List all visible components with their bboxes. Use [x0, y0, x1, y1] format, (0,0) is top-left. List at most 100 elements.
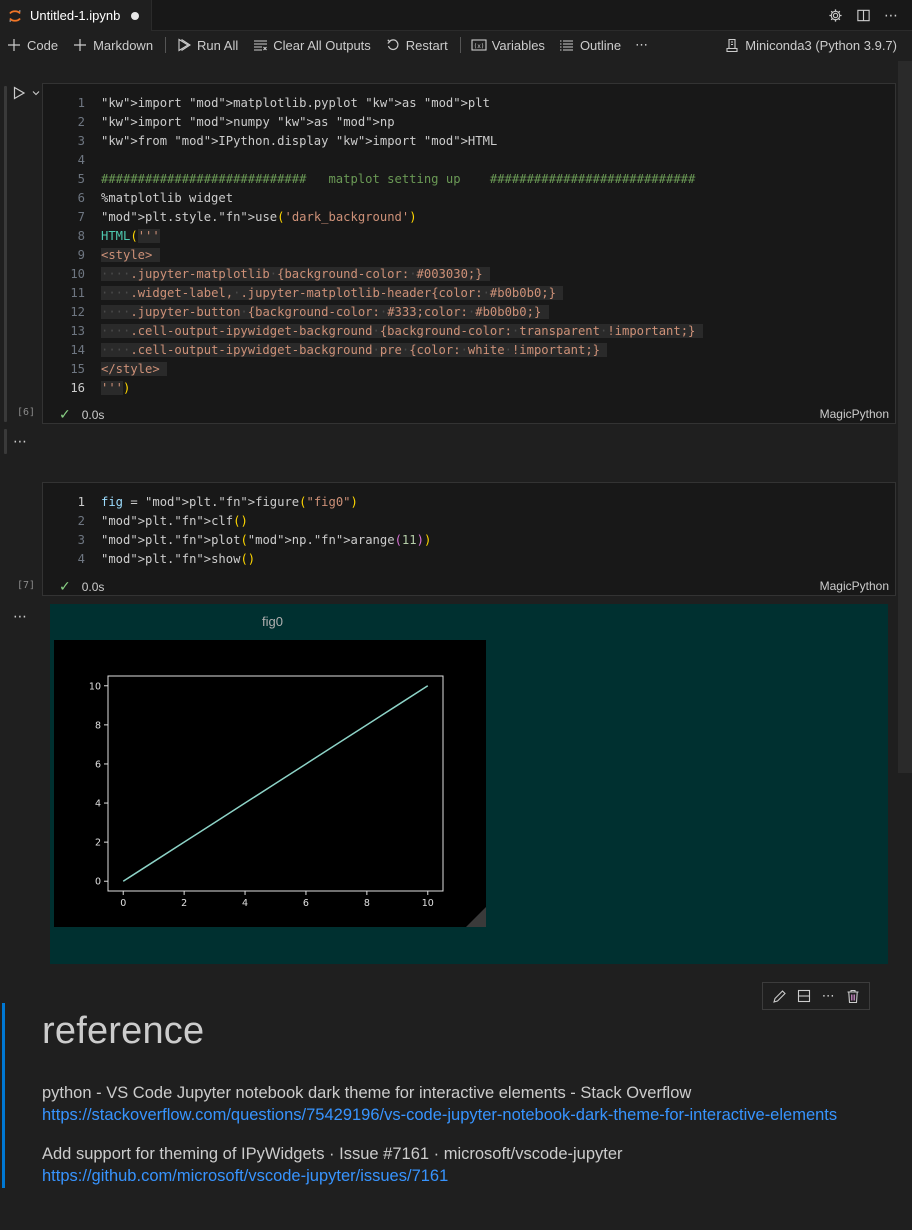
- code-text: "kw">from "mod">IPython.display "kw">imp…: [101, 134, 498, 148]
- code-text: "mod">plt."fn">show(): [101, 552, 256, 566]
- code-cell-2[interactable]: 1 fig = "mod">plt."fn">figure("fig0") 2 "mo…: [42, 482, 896, 596]
- check-icon: ✓: [59, 578, 71, 594]
- delete-icon[interactable]: [844, 987, 862, 1005]
- code-text: </style>: [101, 360, 168, 379]
- line-number: 1: [77, 495, 85, 509]
- tab-label: Untitled-1.ipynb: [30, 8, 121, 23]
- restart-button[interactable]: Restart: [385, 37, 448, 53]
- markdown-cell-focus-indicator: [2, 1003, 5, 1188]
- code-text: ····.widget-label,·.jupyter-matplotlib-h…: [101, 284, 564, 303]
- variables-label: Variables: [491, 37, 545, 53]
- restart-icon: [385, 37, 401, 53]
- line-number: 1: [77, 96, 85, 110]
- y-tick-label: 2: [95, 838, 101, 849]
- plus-icon: [72, 37, 88, 53]
- jupyter-icon: [9, 9, 21, 22]
- cell-language-label[interactable]: MagicPython: [820, 407, 889, 421]
- restart-label: Restart: [405, 37, 448, 53]
- variables-icon: (x): [471, 37, 487, 53]
- tab-untitled-1[interactable]: Untitled-1.ipynb: [0, 0, 152, 31]
- notebook-scrollbar[interactable]: [898, 59, 912, 1230]
- series-line: [122, 685, 429, 882]
- x-tick-label: 4: [242, 898, 248, 909]
- run-all-icon: [176, 37, 192, 53]
- outline-button[interactable]: Outline: [559, 37, 621, 53]
- x-tick-label: 10: [422, 898, 434, 909]
- x-tick-label: 0: [120, 898, 126, 909]
- line-number: 3: [77, 533, 85, 547]
- y-tick-label: 10: [89, 681, 101, 692]
- variables-button[interactable]: (x) Variables: [471, 37, 545, 53]
- code-text: %matplotlib widget: [101, 191, 234, 205]
- x-tick-label: 2: [181, 898, 187, 909]
- code-label: Code: [27, 37, 59, 53]
- line-number: 5: [77, 172, 85, 186]
- code-text: "kw">import "mod">numpy "kw">as "mod">np: [101, 115, 395, 129]
- cell-status: ✓ 0.0s: [59, 406, 104, 423]
- code-text: "kw">import "mod">matplotlib.pyplot "kw"…: [101, 96, 490, 110]
- code-text: ############################ matplot set…: [101, 172, 696, 186]
- x-tick-label: 8: [364, 898, 370, 909]
- split-cell-icon[interactable]: [795, 987, 813, 1005]
- code-text: '''): [101, 381, 131, 395]
- reference-title: python - VS Code Jupyter notebook dark t…: [42, 1084, 692, 1102]
- run-cell-button[interactable]: [12, 86, 41, 100]
- line-number: 16: [70, 381, 85, 395]
- play-icon: [13, 86, 26, 100]
- outline-label: Outline: [579, 37, 622, 53]
- output-more-icon[interactable]: ⋯: [13, 609, 28, 623]
- figure-title: fig0: [262, 614, 283, 629]
- check-icon: ✓: [59, 406, 71, 422]
- chevron-down-icon[interactable]: [31, 88, 41, 98]
- gear-icon[interactable]: [826, 6, 844, 24]
- output-focus-indicator: [4, 429, 7, 454]
- execution-count: [6]: [17, 407, 36, 418]
- matplotlib-widget: fig0 0 2 4 6 8 10 0 2 4 6 8 10: [50, 604, 888, 964]
- kernel-label: Miniconda3 (Python 3.9.7): [745, 37, 897, 53]
- line-number: 10: [70, 267, 85, 281]
- markdown-cell-toolbar: ⋯: [762, 982, 870, 1010]
- plus-icon: [6, 37, 22, 53]
- toolbar-divider: [459, 37, 461, 53]
- y-tick-label: 6: [95, 759, 101, 770]
- figure-canvas[interactable]: 0 2 4 6 8 10 0 2 4 6 8 10: [54, 640, 486, 927]
- line-number: 4: [77, 153, 85, 167]
- ellipsis-icon[interactable]: ⋯: [882, 6, 900, 24]
- split-editor-icon[interactable]: [854, 6, 872, 24]
- line-number: 11: [70, 286, 85, 300]
- output-more-icon[interactable]: ⋯: [13, 434, 28, 448]
- line-chart: 0 2 4 6 8 10 0 2 4 6 8 10: [89, 675, 444, 909]
- clear-all-outputs-label: Clear All Outputs: [273, 37, 371, 53]
- cell-status: ✓ 0.0s: [59, 578, 104, 595]
- edit-icon[interactable]: [770, 987, 788, 1005]
- execution-count: [7]: [17, 580, 36, 591]
- line-number: 14: [70, 343, 85, 357]
- code-text: HTML(''': [101, 229, 160, 243]
- cell-focus-indicator: [4, 86, 7, 422]
- reference-title: Add support for theming of IPyWidgets · …: [42, 1145, 623, 1163]
- code-text: ····.cell-output-ipywidget-background·pr…: [101, 341, 608, 360]
- notebook-toolbar: Code Markdown Run All Clear All Outputs …: [0, 31, 912, 59]
- unsaved-dot-icon[interactable]: [131, 11, 140, 20]
- line-number: 2: [77, 514, 85, 528]
- reference-link[interactable]: https://github.com/microsoft/vscode-jupy…: [42, 1167, 448, 1186]
- ellipsis-icon[interactable]: ⋯: [819, 987, 837, 1005]
- markdown-heading: reference: [42, 1010, 205, 1052]
- kernel-picker[interactable]: Miniconda3 (Python 3.9.7): [724, 37, 897, 53]
- code-cell-1[interactable]: 1 "kw">import "mod">matplotlib.pyplot "kw…: [42, 83, 896, 424]
- cell-language-label[interactable]: MagicPython: [820, 579, 889, 593]
- execution-time: 0.0s: [81, 407, 105, 422]
- clear-all-outputs-button[interactable]: Clear All Outputs: [252, 37, 371, 53]
- scrollbar-thumb[interactable]: [898, 61, 912, 773]
- code-text: "mod">plt.style."fn">use('dark_backgroun…: [101, 210, 417, 224]
- svg-text:(x): (x): [473, 43, 484, 50]
- more-actions-button[interactable]: ⋯: [635, 37, 648, 53]
- resize-handle[interactable]: [466, 907, 486, 927]
- execution-time: 0.0s: [81, 579, 105, 594]
- line-number: 7: [77, 210, 85, 224]
- run-all-button[interactable]: Run All: [176, 37, 238, 53]
- add-code-cell-button[interactable]: Code: [6, 37, 58, 53]
- reference-link[interactable]: https://stackoverflow.com/questions/7542…: [42, 1106, 837, 1125]
- code-text: <style>: [101, 246, 160, 265]
- add-markdown-cell-button[interactable]: Markdown: [72, 37, 153, 53]
